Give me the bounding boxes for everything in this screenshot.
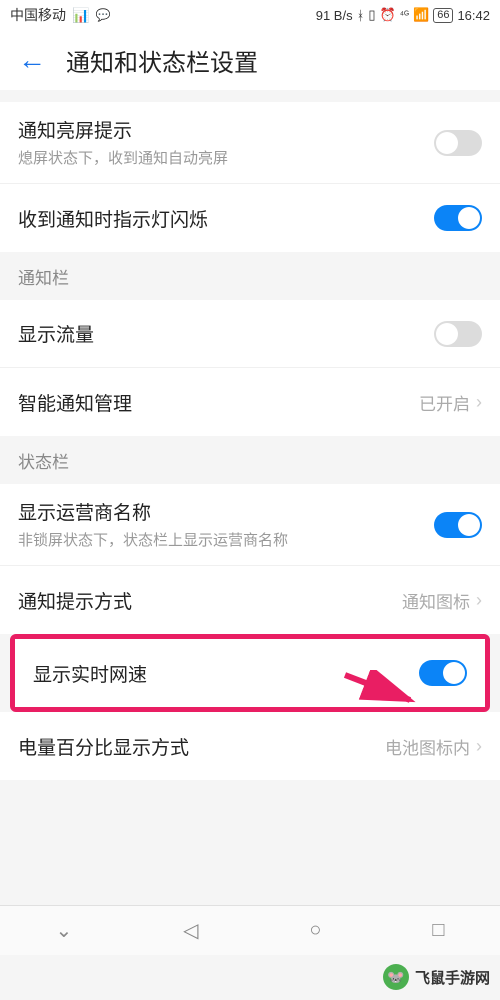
nav-home-icon[interactable]: ○ xyxy=(309,919,321,942)
chevron-right-icon: › xyxy=(476,392,482,413)
row-subtitle: 非锁屏状态下，状态栏上显示运营商名称 xyxy=(18,530,434,551)
row-title: 显示流量 xyxy=(18,320,434,347)
signal-bars-icon: 📶 xyxy=(413,7,429,23)
row-title: 通知亮屏提示 xyxy=(18,116,434,143)
back-icon[interactable]: ← xyxy=(18,44,46,76)
signal-icon: ⁴ᴳ xyxy=(400,10,409,21)
toggle-show-speed[interactable] xyxy=(419,660,467,686)
watermark-text: 飞鼠手游网 xyxy=(415,967,490,988)
row-subtitle: 熄屏状态下，收到通知自动亮屏 xyxy=(18,148,434,169)
nav-dropdown-icon[interactable]: ⌄ xyxy=(55,918,72,943)
row-show-carrier[interactable]: 显示运营商名称 非锁屏状态下，状态栏上显示运营商名称 xyxy=(0,484,500,566)
toggle-led-blink[interactable] xyxy=(434,205,482,231)
network-speed: 91 B/s xyxy=(316,8,353,23)
section-header-statusbar: 状态栏 xyxy=(0,436,500,484)
row-screen-on-notify[interactable]: 通知亮屏提示 熄屏状态下，收到通知自动亮屏 xyxy=(0,102,500,184)
section-header-notification: 通知栏 xyxy=(0,252,500,300)
row-show-speed[interactable]: 显示实时网速 xyxy=(15,639,485,707)
battery-icon: 66 xyxy=(433,8,453,23)
highlight-annotation: 显示实时网速 xyxy=(10,634,490,712)
row-title: 智能通知管理 xyxy=(18,389,419,416)
row-led-blink[interactable]: 收到通知时指示灯闪烁 xyxy=(0,184,500,252)
row-value: 电池图标内 xyxy=(385,734,470,759)
vibrate-icon: ▯ xyxy=(368,7,375,23)
row-battery-mode[interactable]: 电量百分比显示方式 电池图标内 › xyxy=(0,712,500,780)
row-title: 显示实时网速 xyxy=(33,660,419,687)
time-label: 16:42 xyxy=(457,8,490,23)
row-title: 收到通知时指示灯闪烁 xyxy=(18,205,434,232)
toggle-show-traffic[interactable] xyxy=(434,321,482,347)
row-title: 显示运营商名称 xyxy=(18,498,434,525)
row-value: 已开启 xyxy=(419,390,470,415)
header: ← 通知和状态栏设置 xyxy=(0,30,500,90)
row-title: 通知提示方式 xyxy=(18,587,402,614)
carrier-label: 中国移动 xyxy=(10,5,66,25)
activity-icon: 📊 xyxy=(72,7,89,24)
status-bar: 中国移动 📊 💬 91 B/s ᚼ ▯ ⏰ ⁴ᴳ 📶 66 16:42 xyxy=(0,0,500,30)
chevron-right-icon: › xyxy=(476,736,482,757)
row-notify-method[interactable]: 通知提示方式 通知图标 › xyxy=(0,566,500,634)
row-title: 电量百分比显示方式 xyxy=(18,733,385,760)
watermark: 🐭 飞鼠手游网 xyxy=(383,964,490,990)
page-title: 通知和状态栏设置 xyxy=(66,43,258,78)
chevron-right-icon: › xyxy=(476,590,482,611)
bluetooth-icon: ᚼ xyxy=(357,8,365,23)
toggle-screen-on[interactable] xyxy=(434,130,482,156)
watermark-icon: 🐭 xyxy=(383,964,409,990)
nav-back-icon[interactable]: ◁ xyxy=(183,918,198,943)
nav-recent-icon[interactable]: □ xyxy=(432,919,444,942)
toggle-show-carrier[interactable] xyxy=(434,512,482,538)
row-value: 通知图标 xyxy=(402,588,470,613)
row-show-traffic[interactable]: 显示流量 xyxy=(0,300,500,368)
wechat-icon: 💬 xyxy=(95,8,110,22)
row-smart-notify[interactable]: 智能通知管理 已开启 › xyxy=(0,368,500,436)
navigation-bar: ⌄ ◁ ○ □ xyxy=(0,905,500,955)
alarm-icon: ⏰ xyxy=(380,7,396,23)
